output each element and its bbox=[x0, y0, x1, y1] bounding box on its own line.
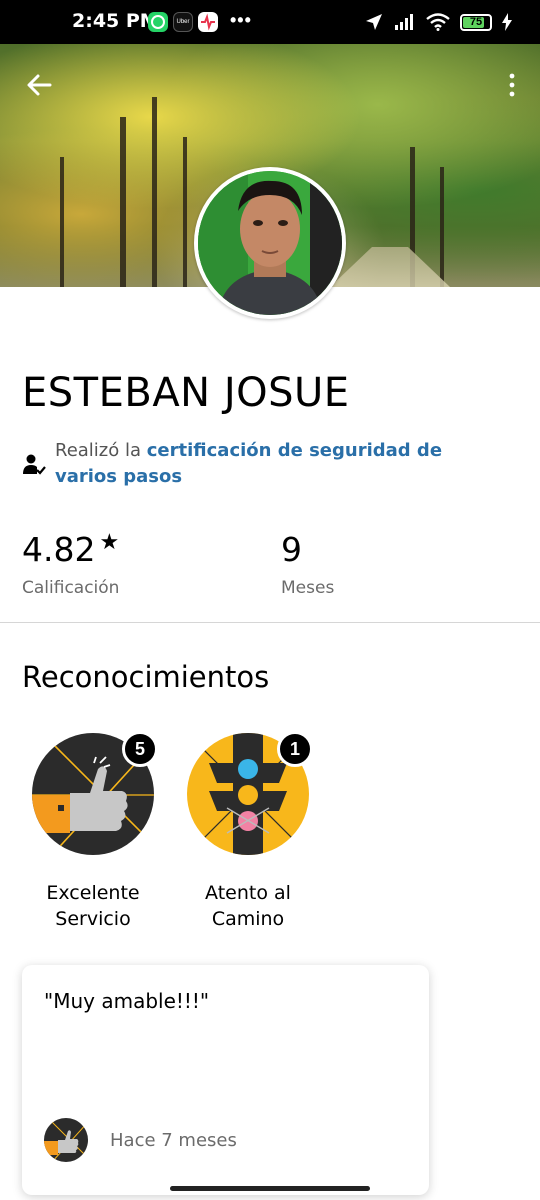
home-indicator[interactable] bbox=[170, 1186, 370, 1191]
thumbs-up-icon bbox=[44, 1118, 88, 1162]
avatar bbox=[194, 167, 346, 319]
charging-icon bbox=[502, 13, 512, 31]
location-icon bbox=[366, 14, 382, 30]
profile-photo bbox=[198, 171, 342, 315]
status-indicators: 75 bbox=[364, 12, 512, 32]
driver-name: ESTEBAN JOSUE bbox=[22, 370, 350, 416]
compliment-label: Excelente Servicio bbox=[46, 882, 140, 930]
arrow-left-icon bbox=[27, 74, 52, 96]
star-icon: ★ bbox=[99, 530, 120, 555]
wifi-icon bbox=[426, 13, 450, 31]
divider bbox=[0, 622, 540, 623]
status-bar: 2:45 PM Uber ••• 75 bbox=[0, 0, 540, 44]
badge-count: 5 bbox=[122, 731, 158, 767]
rating-stat: 4.82 ★ bbox=[22, 530, 119, 569]
battery-icon: 75 bbox=[460, 13, 492, 31]
compliment-excellent-service[interactable]: 5 bbox=[32, 731, 158, 855]
badge-count: 1 bbox=[277, 731, 313, 767]
compliment-attentive-driving[interactable]: 1 bbox=[187, 731, 313, 855]
status-time: 2:45 PM bbox=[72, 10, 159, 32]
battery-level: 75 bbox=[469, 16, 483, 28]
review-text: "Muy amable!!!" bbox=[44, 989, 210, 1013]
status-more-icon: ••• bbox=[230, 10, 252, 30]
review-time: Hace 7 meses bbox=[110, 1130, 237, 1151]
uber-icon: Uber bbox=[173, 12, 193, 32]
rating-value: 4.82 bbox=[22, 530, 96, 569]
review-card[interactable]: "Muy amable!!!" Hace 7 meses bbox=[22, 965, 429, 1195]
back-button[interactable] bbox=[24, 70, 54, 100]
more-vertical-icon bbox=[509, 73, 515, 97]
certification-prefix: Realizó la bbox=[55, 440, 147, 461]
compliment-label: Atento al Camino bbox=[205, 882, 291, 930]
whatsapp-icon bbox=[148, 12, 168, 32]
signal-icon bbox=[395, 14, 413, 30]
rating-label: Calificación bbox=[22, 578, 120, 598]
verified-user-icon bbox=[23, 454, 46, 475]
certification-text: Realizó la certificación de seguridad de… bbox=[55, 438, 495, 490]
health-icon bbox=[198, 12, 218, 32]
months-label: Meses bbox=[281, 578, 335, 598]
more-options-button[interactable] bbox=[506, 72, 518, 98]
compliments-title: Reconocimientos bbox=[22, 660, 270, 694]
months-value: 9 bbox=[281, 530, 302, 569]
